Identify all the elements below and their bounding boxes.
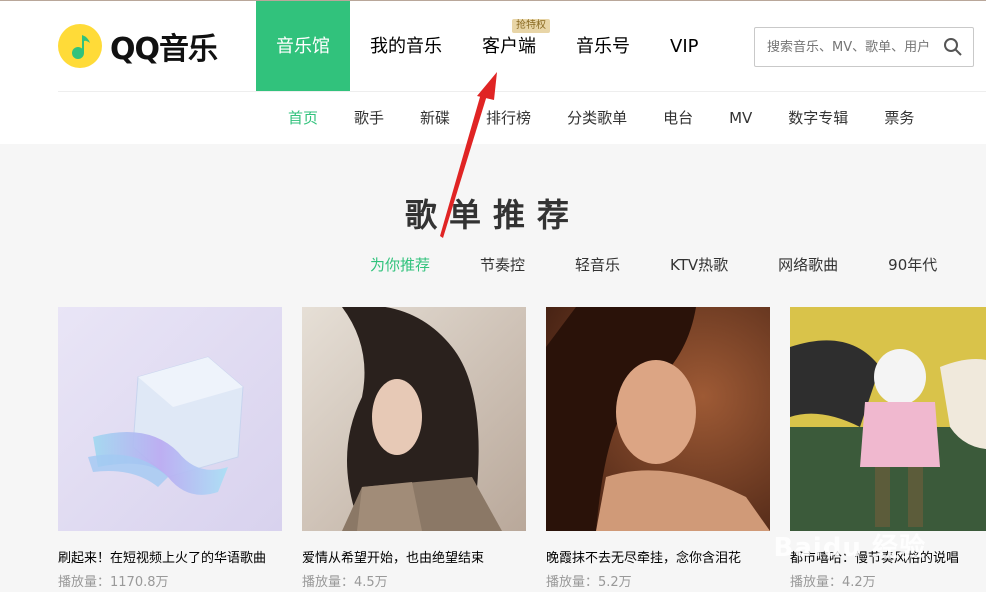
playlist-title[interactable]: 都市嘻哈：慢节奏风格的说唱 bbox=[790, 547, 986, 566]
nav-label: 音乐号 bbox=[576, 36, 630, 57]
tag-recommended[interactable]: 为你推荐 bbox=[345, 250, 455, 280]
playlist-card[interactable]: 都市嘻哈：慢节奏风格的说唱 播放量：4.2万 bbox=[790, 307, 986, 590]
qq-music-logo[interactable]: QQ音乐 bbox=[58, 23, 218, 69]
playlist-title[interactable]: 刷起来！在短视频上火了的华语歌曲 bbox=[58, 547, 288, 566]
search-box bbox=[754, 27, 974, 67]
playlist-title[interactable]: 爱情从希望开始，也由绝望结束 bbox=[302, 547, 532, 566]
nav-label: VIP bbox=[670, 36, 699, 57]
subnav-item-singers[interactable]: 歌手 bbox=[336, 93, 402, 143]
subnav-item-category-playlists[interactable]: 分类歌单 bbox=[549, 93, 645, 143]
tag-rhythm[interactable]: 节奏控 bbox=[455, 250, 550, 280]
tag-internet-songs[interactable]: 网络歌曲 bbox=[753, 250, 863, 280]
nav-item-music-hall[interactable]: 音乐馆 bbox=[256, 1, 350, 92]
playlist-title[interactable]: 晚霞抹不去无尽牵挂，念你含泪花 bbox=[546, 547, 776, 566]
sub-nav: 首页 歌手 新碟 排行榜 分类歌单 电台 MV 数字专辑 票务 bbox=[270, 93, 932, 143]
section-title: 歌单推荐 bbox=[404, 196, 581, 234]
playlist-cover[interactable] bbox=[790, 307, 986, 531]
subnav-item-charts[interactable]: 排行榜 bbox=[468, 93, 549, 143]
playlist-cover[interactable] bbox=[546, 307, 770, 531]
nav-label: 我的音乐 bbox=[370, 36, 442, 57]
playlist-cover[interactable] bbox=[58, 307, 282, 531]
playlist-grid: 刷起来！在短视频上火了的华语歌曲 播放量：1170.8万 爱情从希望开始，也由绝… bbox=[58, 307, 986, 590]
tag-ktv-hits[interactable]: KTV热歌 bbox=[645, 250, 753, 280]
playlist-play-count: 播放量：5.2万 bbox=[546, 575, 632, 590]
main-nav: 音乐馆 我的音乐 客户端 抢特权 音乐号 VIP bbox=[256, 1, 718, 92]
playlist-tags: 为你推荐 节奏控 轻音乐 KTV热歌 网络歌曲 90年代 bbox=[345, 250, 962, 280]
tag-90s[interactable]: 90年代 bbox=[863, 250, 962, 280]
nav-item-client[interactable]: 客户端 抢特权 bbox=[462, 1, 556, 92]
playlist-card[interactable]: 爱情从希望开始，也由绝望结束 播放量：4.5万 bbox=[302, 307, 526, 590]
subnav-item-radio[interactable]: 电台 bbox=[645, 93, 711, 143]
privilege-badge: 抢特权 bbox=[512, 19, 550, 33]
nav-label: 客户端 bbox=[482, 36, 536, 57]
music-note-icon bbox=[58, 24, 102, 68]
playlist-cover[interactable] bbox=[302, 307, 526, 531]
playlist-play-count: 播放量：4.5万 bbox=[302, 575, 388, 590]
top-header: QQ音乐 音乐馆 我的音乐 客户端 抢特权 音乐号 VIP 首页 歌手 新碟 排… bbox=[0, 0, 986, 144]
search-icon[interactable] bbox=[943, 37, 963, 57]
subnav-item-tickets[interactable]: 票务 bbox=[866, 93, 932, 143]
playlist-card[interactable]: 刷起来！在短视频上火了的华语歌曲 播放量：1170.8万 bbox=[58, 307, 282, 590]
subnav-item-mv[interactable]: MV bbox=[711, 93, 770, 143]
header-divider bbox=[58, 91, 986, 92]
nav-item-vip[interactable]: VIP bbox=[650, 1, 718, 92]
nav-item-my-music[interactable]: 我的音乐 bbox=[350, 1, 462, 92]
playlist-play-count: 播放量：4.2万 bbox=[790, 575, 876, 590]
playlist-play-count: 播放量：1170.8万 bbox=[58, 575, 169, 590]
subnav-item-new-albums[interactable]: 新碟 bbox=[402, 93, 468, 143]
playlist-card[interactable]: 晚霞抹不去无尽牵挂，念你含泪花 播放量：5.2万 bbox=[546, 307, 770, 590]
search-input[interactable] bbox=[765, 38, 949, 56]
tag-light-music[interactable]: 轻音乐 bbox=[550, 250, 645, 280]
nav-item-music-account[interactable]: 音乐号 bbox=[556, 1, 650, 92]
nav-label: 音乐馆 bbox=[276, 36, 330, 57]
subnav-item-digital-albums[interactable]: 数字专辑 bbox=[770, 93, 866, 143]
subnav-item-home[interactable]: 首页 bbox=[270, 93, 336, 143]
logo-text: QQ音乐 bbox=[110, 32, 218, 67]
